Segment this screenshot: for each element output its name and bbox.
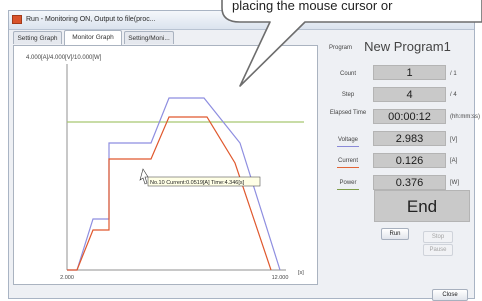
x-end-label: 12.000: [272, 275, 289, 281]
elapsed-label: Elapsed Time: [329, 110, 367, 116]
tooltip-text: No.10 Current:0.0519[A] Time:4.346[s]: [150, 180, 245, 186]
power-value: 0.376: [373, 175, 446, 190]
mouse-cursor-icon: [139, 168, 149, 185]
stop-button[interactable]: Stop: [423, 231, 453, 243]
current-unit: [A]: [450, 158, 458, 164]
x-unit-label: [s]: [298, 270, 304, 276]
run-button[interactable]: Run: [381, 228, 409, 240]
pause-button[interactable]: Pause: [423, 244, 453, 256]
power-color-line: [337, 189, 359, 190]
voltage-label: Voltage: [327, 137, 369, 147]
elapsed-unit: (hh:mm:ss): [450, 114, 480, 120]
current-line: [67, 116, 272, 271]
current-color-line: [337, 167, 359, 168]
status-display: End: [374, 190, 470, 222]
voltage-value: 2.983: [373, 131, 446, 146]
power-label-text: Power: [339, 180, 357, 186]
current-label-text: Current: [337, 158, 358, 164]
power-label: Power: [327, 180, 369, 190]
current-value: 0.126: [373, 153, 446, 168]
callout-text: placing the mouse cursor or: [232, 0, 393, 13]
elapsed-value: 00:00:12: [373, 109, 446, 124]
close-button[interactable]: Close: [432, 289, 468, 301]
voltage-unit: [V]: [450, 137, 458, 143]
callout-bubble: [221, 0, 482, 87]
voltage-label-text: Voltage: [337, 137, 359, 143]
current-label: Current: [327, 158, 369, 168]
voltage-color-line: [337, 146, 359, 147]
x-start-label: 2.000: [60, 275, 74, 281]
power-unit: [W]: [450, 180, 459, 186]
